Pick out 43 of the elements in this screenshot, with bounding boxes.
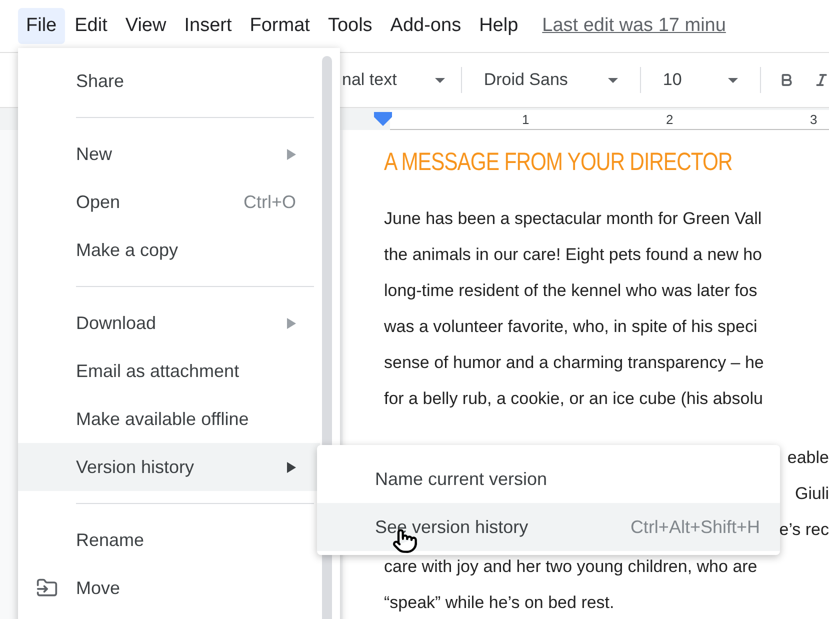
document-text-line: “speak” while he’s on bed rest. [384, 594, 614, 610]
submenu-item[interactable]: Name current version [317, 455, 780, 503]
last-edit-link[interactable]: Last edit was 17 minu [542, 12, 726, 40]
document-text-line: Giuli [794, 483, 829, 506]
document-heading: A MESSAGE FROM YOUR DIRECTOR [384, 147, 734, 178]
ruler-number: 3 [810, 110, 818, 129]
document-text-line: care with joy and her two young children, who are [384, 558, 758, 574]
menu-item[interactable]: Make a copy [18, 226, 320, 274]
menubar-item[interactable]: Add-ons [382, 8, 470, 44]
ruler-number: 1 [522, 110, 530, 129]
menu-item[interactable]: Version history [18, 443, 320, 491]
menu-item[interactable]: New [18, 130, 320, 178]
dropdown-caret-icon [434, 78, 445, 82]
menubar-item[interactable]: View [117, 8, 174, 44]
menu-item[interactable]: Share [18, 57, 320, 105]
document-text-line: June has been a spectacular month for Green Vall [384, 210, 762, 226]
menubar-item[interactable]: Tools [320, 8, 380, 44]
folder-icon [36, 577, 58, 599]
document-text-line: the animals in our care! Eight pets found a new ho [384, 246, 762, 262]
indent-marker-icon[interactable] [374, 112, 392, 126]
menu-item[interactable]: Rename [18, 516, 320, 564]
menubar-item[interactable]: Insert [176, 8, 240, 44]
font-dropdown[interactable]: Droid Sans [462, 67, 641, 93]
menubar-item[interactable]: Help [471, 8, 526, 44]
menu-item[interactable]: Download [18, 299, 320, 347]
menu-item[interactable]: Move [18, 564, 320, 612]
menu-item[interactable]: Make available offline [18, 395, 320, 443]
menu-item[interactable]: Open Ctrl+O [18, 178, 320, 226]
document-text-line: e’s rec [779, 519, 829, 542]
dropdown-caret-icon [728, 78, 738, 82]
document-text-line: eable [787, 447, 829, 470]
dropdown-caret-icon [608, 78, 618, 82]
document-text-line: was a volunteer favorite, who, in spite of his speci [384, 318, 758, 334]
menubar-item[interactable]: Format [242, 8, 318, 44]
ruler-number: 2 [666, 110, 674, 129]
menubar-item[interactable]: File [18, 8, 65, 44]
font-size-dropdown[interactable]: 10 [640, 67, 761, 93]
menu-item[interactable]: Email as attachment [18, 347, 320, 395]
document-text-line: sense of humor and a charming transparency – he [384, 354, 764, 370]
menubar-item[interactable]: Edit [66, 8, 116, 44]
style-dropdown[interactable]: nal text [342, 67, 462, 93]
document-text-line: for a belly rub, a cookie, or an ice cube (his absolu [384, 390, 763, 406]
document-text-line: long-time resident of the kennel who was later fos [384, 282, 758, 298]
